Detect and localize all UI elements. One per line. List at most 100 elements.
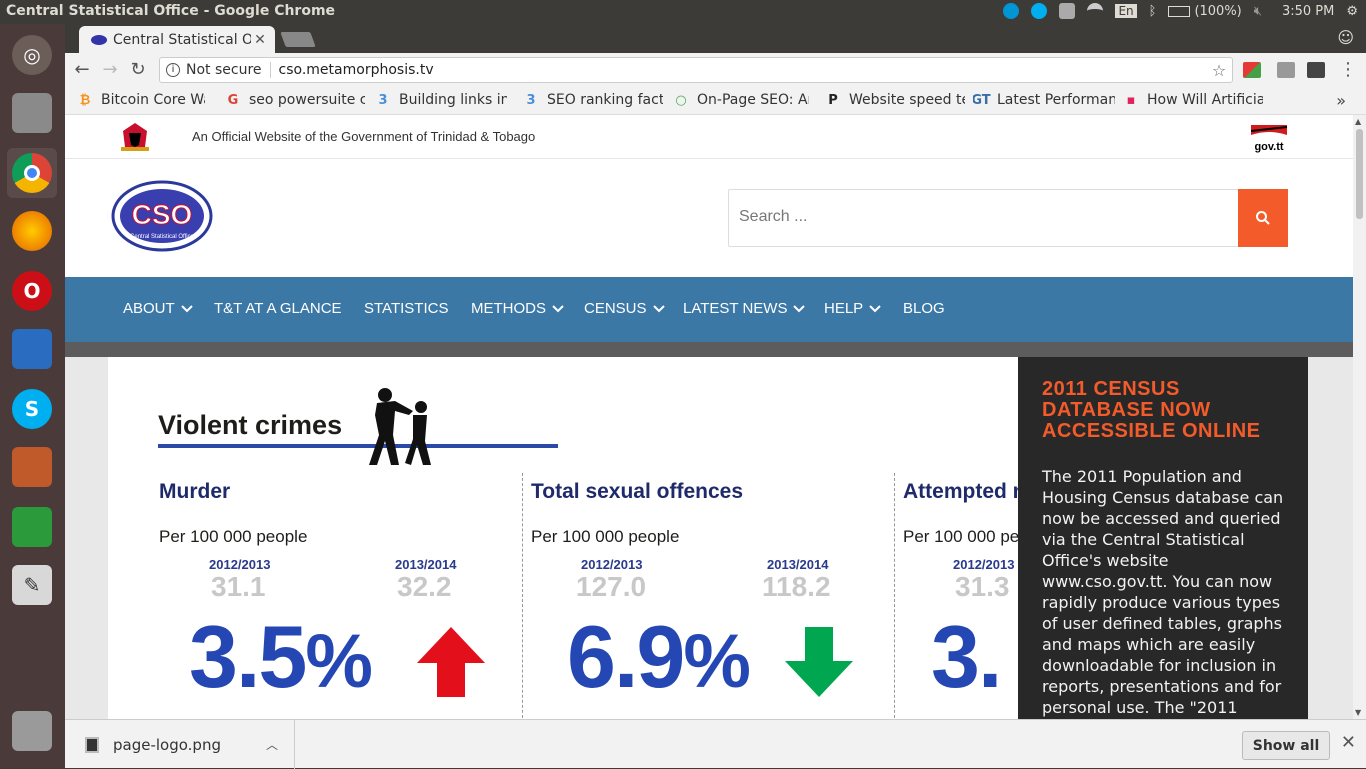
keyboard-layout[interactable]: En	[1115, 4, 1137, 18]
page-viewport: An Official Website of the Government of…	[65, 115, 1353, 719]
launcher-opera[interactable]: O	[7, 266, 57, 316]
stat-change: 3.	[931, 607, 1002, 706]
stat-value: 118.2	[762, 571, 831, 602]
launcher-skype[interactable]: S	[7, 384, 57, 434]
nav-item-census[interactable]: CENSUS	[584, 300, 665, 317]
close-shelf-icon[interactable]: ✕	[1341, 732, 1356, 753]
bookmark-item[interactable]: ○ On-Page SEO: Anatomy	[673, 92, 809, 108]
url-text[interactable]: cso.metamorphosis.tv	[271, 62, 1206, 78]
bookmark-item[interactable]: 3 Building links in	[375, 92, 507, 108]
govtt-logo[interactable]: gov.tt	[1247, 121, 1291, 153]
site-search-input[interactable]: Search ...	[728, 189, 1239, 247]
site-info[interactable]: i Not secure	[160, 62, 271, 78]
scrollbar-thumb[interactable]	[1356, 129, 1363, 219]
stat-year: 2012/2013	[953, 557, 1015, 572]
search-button[interactable]	[1238, 189, 1288, 247]
launcher-writer[interactable]	[7, 324, 57, 374]
wifi-icon[interactable]	[1087, 3, 1104, 19]
profile-icon[interactable]: ☺	[1337, 28, 1354, 47]
scroll-down-icon[interactable]: ▼	[1355, 708, 1361, 717]
downloads-shelf: page-logo.png ︿ Show all ✕	[65, 719, 1366, 769]
scroll-up-icon[interactable]: ▲	[1355, 117, 1361, 126]
launcher-calc[interactable]	[7, 502, 57, 552]
gov-banner: An Official Website of the Government of…	[65, 115, 1353, 159]
logo-subtitle: Central Statistical Office	[130, 234, 195, 240]
nav-item-label: CENSUS	[584, 300, 647, 317]
bookmark-label: Website speed test	[849, 92, 965, 108]
system-tray: En ᛒ (100%) 🔇︎ 3:50 PM ⚙	[1003, 3, 1358, 19]
bookmark-item[interactable]: ▪ How Will Artificial	[1123, 92, 1263, 108]
nav-item-blog[interactable]: BLOG	[903, 300, 945, 317]
forward-icon[interactable]: →	[99, 59, 121, 81]
chevron-up-icon[interactable]: ︿	[266, 736, 278, 753]
extension-off-icon[interactable]	[1277, 62, 1295, 78]
bookmark-item[interactable]: GT Latest Performance	[973, 92, 1115, 108]
bookmark-item[interactable]: 3 SEO ranking factors	[523, 92, 663, 108]
launcher-text-editor[interactable]: ✎	[7, 560, 57, 610]
new-tab-button[interactable]	[280, 32, 316, 47]
unity-launcher: ◎ O S ✎	[0, 24, 65, 768]
battery-indicator[interactable]: (100%)	[1168, 4, 1242, 19]
reload-icon[interactable]: ↻	[127, 59, 149, 81]
logo-text: CSO	[132, 199, 193, 230]
launcher-dash[interactable]: ◎	[7, 30, 57, 80]
chrome-menu-icon[interactable]: ⋮	[1337, 59, 1359, 81]
download-item[interactable]: page-logo.png ︿	[81, 720, 295, 769]
bitcoin-icon: ₿	[79, 93, 91, 108]
nav-item-about[interactable]: ABOUT	[123, 300, 193, 317]
chrome-icon	[12, 153, 52, 193]
census-body: The 2011 Population and Housing Census d…	[1042, 467, 1284, 717]
back-icon[interactable]: ←	[71, 59, 93, 81]
hp-icon[interactable]	[1003, 3, 1020, 19]
settings-gear-icon[interactable]: ⚙	[1346, 4, 1358, 19]
nav-item-help[interactable]: HELP	[824, 300, 881, 317]
firefox-icon	[12, 211, 52, 251]
bookmark-star-icon[interactable]: ☆	[1206, 61, 1232, 80]
bookmark-item[interactable]: P Website speed test	[825, 92, 965, 108]
volume-muted-icon[interactable]: 🔇︎	[1254, 4, 1262, 19]
launcher-files[interactable]	[7, 88, 57, 138]
active-tab[interactable]: Central Statistical Office ✕	[79, 26, 275, 53]
nav-item-methods[interactable]: METHODS	[471, 300, 564, 317]
skype-tray-icon[interactable]	[1031, 3, 1048, 19]
bookmarks-bar: ₿ Bitcoin Core Wallet Gseo powersuite coup…	[65, 87, 1366, 115]
extension-m-icon[interactable]	[1307, 62, 1325, 78]
nav-item-statistics[interactable]: STATISTICS	[364, 300, 448, 317]
google-icon: G	[227, 92, 239, 108]
stat-value: 31.1	[211, 571, 266, 602]
nav-item-latest-news[interactable]: LATEST NEWS	[683, 300, 806, 317]
nav-item-label: T&T AT A GLANCE	[214, 300, 342, 317]
bookmark-item[interactable]: Gseo powersuite coupon	[225, 92, 365, 108]
chevron-down-icon	[793, 304, 806, 312]
stat-value: 31.3	[955, 571, 1010, 602]
bookmarks-overflow-icon[interactable]: »	[1336, 91, 1346, 110]
extension-seo-icon[interactable]	[1243, 62, 1261, 78]
nav-shadow-strip	[65, 342, 1353, 357]
bookmark-label: On-Page SEO: Anatomy	[697, 92, 809, 108]
clock[interactable]: 3:50 PM	[1282, 4, 1334, 19]
download-filename: page-logo.png	[113, 735, 221, 754]
census-announcement[interactable]: 2011 CENSUS DATABASE NOW ACCESSIBLE ONLI…	[1018, 357, 1308, 719]
launcher-chrome[interactable]	[7, 148, 57, 198]
file-manager-icon	[12, 93, 52, 133]
assault-silhouette-icon	[369, 388, 431, 465]
cso-favicon	[91, 34, 107, 45]
file-icon	[85, 736, 99, 753]
nav-item-t-t-at-a-glance[interactable]: T&T AT A GLANCE	[214, 300, 342, 317]
bluetooth-icon[interactable]: ᛒ	[1149, 4, 1157, 19]
vertical-scrollbar[interactable]: ▲ ▼	[1353, 115, 1366, 719]
bookmark-item[interactable]: ₿ Bitcoin Core Wallet	[77, 92, 205, 108]
writer-icon	[12, 329, 52, 369]
stat-year: 2013/2014	[395, 557, 457, 572]
address-bar[interactable]: i Not secure cso.metamorphosis.tv ☆	[159, 57, 1233, 83]
launcher-trash[interactable]	[7, 706, 57, 756]
nav-item-label: METHODS	[471, 300, 546, 317]
close-tab-icon[interactable]: ✕	[251, 32, 269, 48]
coat-of-arms-icon	[121, 123, 149, 151]
launcher-firefox[interactable]	[7, 206, 57, 256]
show-all-button[interactable]: Show all	[1242, 731, 1330, 760]
census-heading[interactable]: 2011 CENSUS DATABASE NOW ACCESSIBLE ONLI…	[1042, 379, 1284, 442]
launcher-impress[interactable]	[7, 442, 57, 492]
printer-icon[interactable]	[1059, 3, 1076, 19]
cso-logo[interactable]: CSO Central Statistical Office	[111, 180, 213, 252]
